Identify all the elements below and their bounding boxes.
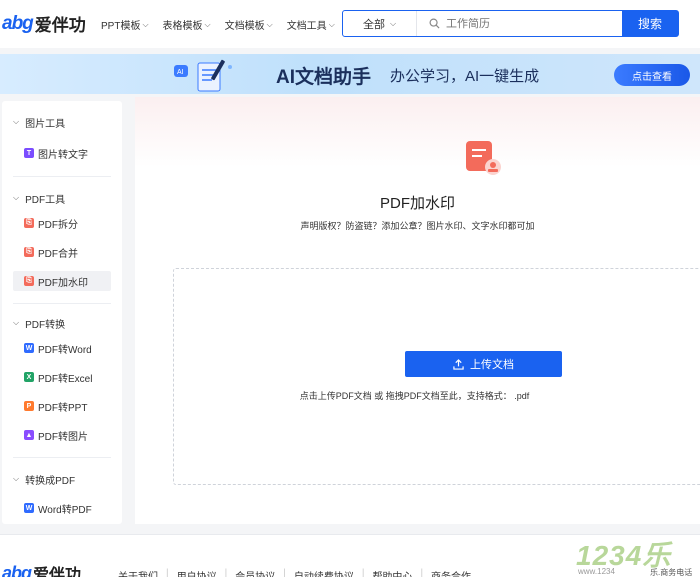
chevron-down-icon: ⌵	[13, 474, 20, 483]
footer-link-business[interactable]: 商务合作	[431, 568, 471, 577]
banner-view-button[interactable]: 点击查看	[614, 64, 690, 86]
sidebar-section-pdf-convert[interactable]: ⌵ PDF转换	[2, 316, 122, 331]
chevron-down-icon: ⌵	[13, 193, 20, 202]
image-icon: ▲	[24, 430, 34, 440]
search-button[interactable]: 搜索	[622, 11, 678, 36]
sidebar-item-pdf-split[interactable]: ⎘ PDF拆分	[13, 213, 111, 233]
sidebar-item-pdf-to-ppt[interactable]: P PDF转PPT	[13, 396, 111, 416]
ai-banner[interactable]: AI AI文档助手 办公学习，AI一键生成 点击查看	[0, 54, 700, 94]
ai-document-illustration-icon: AI	[174, 59, 232, 92]
watermark-tag: 乐.商务电话	[650, 568, 693, 577]
sidebar-item-label: PDF拆分	[38, 219, 78, 231]
section-title: 转换成PDF	[25, 475, 76, 487]
footer-link-member-agreement[interactable]: 会员协议	[235, 568, 275, 577]
nav-sheet-templates[interactable]: 表格模板 ⌵	[162, 17, 211, 33]
search-input[interactable]	[446, 17, 586, 30]
chevron-down-icon: ⌵	[389, 18, 397, 28]
link-separator: |	[224, 568, 228, 577]
sidebar-section-to-pdf[interactable]: ⌵ 转换成PDF	[2, 472, 122, 487]
logo-latin: abg	[2, 562, 32, 577]
search-scope-label: 全部	[362, 18, 385, 31]
link-separator: |	[361, 568, 365, 577]
footer-link-user-agreement[interactable]: 用户协议	[177, 568, 217, 577]
section-title: PDF工具	[25, 194, 66, 206]
link-separator: |	[283, 568, 286, 577]
search-icon	[429, 18, 440, 29]
nav-label: 表格模板	[162, 21, 203, 32]
word-icon: W	[24, 343, 34, 353]
header-glow	[135, 97, 700, 167]
footer-links: 关于我们 | 用户协议 | 会员协议 | 自动续费协议 | 帮助中心 | 商务合作	[118, 568, 471, 577]
sidebar-item-label: PDF转PPT	[38, 402, 88, 414]
chevron-down-icon: ⌵	[204, 19, 211, 29]
chevron-down-icon: ⌵	[328, 19, 335, 29]
section-title: PDF转换	[25, 319, 66, 331]
site-logo[interactable]: abg 爱伴功	[2, 11, 86, 36]
link-separator: |	[166, 568, 169, 577]
sidebar-item-label: 图片转文字	[38, 149, 88, 161]
watermark-url: www.1234	[578, 567, 615, 576]
banner-subtitle: 办公学习，AI一键生成	[390, 68, 540, 85]
chevron-down-icon: ⌵	[13, 318, 20, 327]
pdf-icon: ⎘	[24, 247, 34, 257]
page-description: 声明版权？防盗链？添加公章？图片水印、文字水印都可加	[300, 221, 535, 231]
svg-text:AI: AI	[177, 69, 184, 76]
pdf-icon: ⎘	[24, 276, 34, 286]
sidebar-item-label: PDF转Excel	[38, 373, 93, 385]
sidebar-item-word-to-pdf[interactable]: W Word转PDF	[13, 498, 111, 518]
logo-chinese: 爱伴功	[33, 567, 82, 577]
logo-latin: abg	[2, 12, 34, 34]
sidebar-item-label: PDF转图片	[38, 431, 88, 443]
main-nav: PPT模板 ⌵ 表格模板 ⌵ 文档模板 ⌵ 文档工具 ⌵	[101, 17, 349, 33]
upload-hint: 点击上传PDF文档 或 拖拽PDF文档至此，支持格式： .pdf	[299, 391, 530, 401]
search-bar: 全部 ⌵ 搜索	[342, 10, 679, 37]
sidebar-item-pdf-merge[interactable]: ⎘ PDF合并	[13, 242, 111, 262]
sidebar-item-pdf-to-excel[interactable]: X PDF转Excel	[13, 367, 111, 387]
excel-icon: X	[24, 372, 34, 382]
word-icon: W	[24, 503, 34, 513]
sidebar-item-pdf-watermark[interactable]: ⎘ PDF加水印	[13, 271, 111, 291]
section-title: 图片工具	[25, 118, 66, 130]
footer-link-help[interactable]: 帮助中心	[372, 568, 412, 577]
upload-document-button[interactable]: 上传文档	[405, 351, 562, 377]
tools-sidebar: ⌵ 图片工具 T 图片转文字 ⌵ PDF工具 ⎘ PDF拆分 ⎘ PDF合并 ⎘ P…	[2, 101, 122, 524]
sidebar-item-label: PDF合并	[38, 248, 78, 260]
sidebar-item-label: Word转PDF	[38, 504, 92, 516]
upload-icon	[453, 358, 464, 370]
sidebar-item-label: PDF转Word	[38, 344, 92, 356]
sidebar-item-label: PDF加水印	[38, 277, 88, 289]
chevron-down-icon: ⌵	[13, 117, 20, 126]
logo-chinese: 爱伴功	[34, 16, 86, 35]
nav-label: PPT模板	[101, 21, 141, 32]
chevron-down-icon: ⌵	[142, 19, 149, 29]
top-header: abg 爱伴功 PPT模板⌵ 表格模板⌵ 文档模板⌵ 文档工具⌵ 全部⌵ 搜索	[0, 0, 700, 48]
footer-link-auto-renew[interactable]: 自动续费协议	[294, 568, 354, 577]
text-badge-icon: T	[24, 148, 34, 158]
nav-ppt-templates[interactable]: PPT模板 ⌵	[101, 17, 149, 33]
tool-main-panel: PDF加水印 声明版权？防盗链？添加公章？图片水印、文字水印都可加	[135, 97, 700, 524]
link-separator: |	[420, 568, 424, 577]
pdf-watermark-icon	[466, 141, 501, 175]
search-field	[417, 11, 622, 36]
footer-logo[interactable]: abg 爱伴功	[2, 561, 81, 577]
sidebar-item-pdf-to-word[interactable]: W PDF转Word	[13, 338, 111, 358]
sidebar-section-image-tools[interactable]: ⌵ 图片工具	[2, 115, 122, 130]
sidebar-section-pdf-tools[interactable]: ⌵ PDF工具	[2, 191, 122, 206]
nav-doc-tools[interactable]: 文档工具 ⌵	[286, 17, 335, 33]
nav-doc-templates[interactable]: 文档模板 ⌵	[224, 17, 273, 33]
sidebar-item-image-to-text[interactable]: T 图片转文字	[13, 143, 111, 163]
nav-label: 文档模板	[224, 21, 265, 32]
site-watermark: 1234乐 www.1234 乐.商务电话	[572, 532, 700, 577]
search-scope-select[interactable]: 全部 ⌵	[343, 11, 417, 36]
page-title: PDF加水印	[379, 195, 455, 212]
footer-link-about[interactable]: 关于我们	[118, 568, 158, 577]
banner-title: AI文档助手	[276, 67, 372, 88]
sidebar-item-pdf-to-image[interactable]: ▲ PDF转图片	[13, 425, 111, 445]
upload-button-label: 上传文档	[470, 359, 514, 371]
nav-label: 文档工具	[286, 21, 327, 32]
pdf-icon: ⎘	[24, 218, 34, 228]
chevron-down-icon: ⌵	[266, 19, 273, 29]
ppt-icon: P	[24, 401, 34, 411]
